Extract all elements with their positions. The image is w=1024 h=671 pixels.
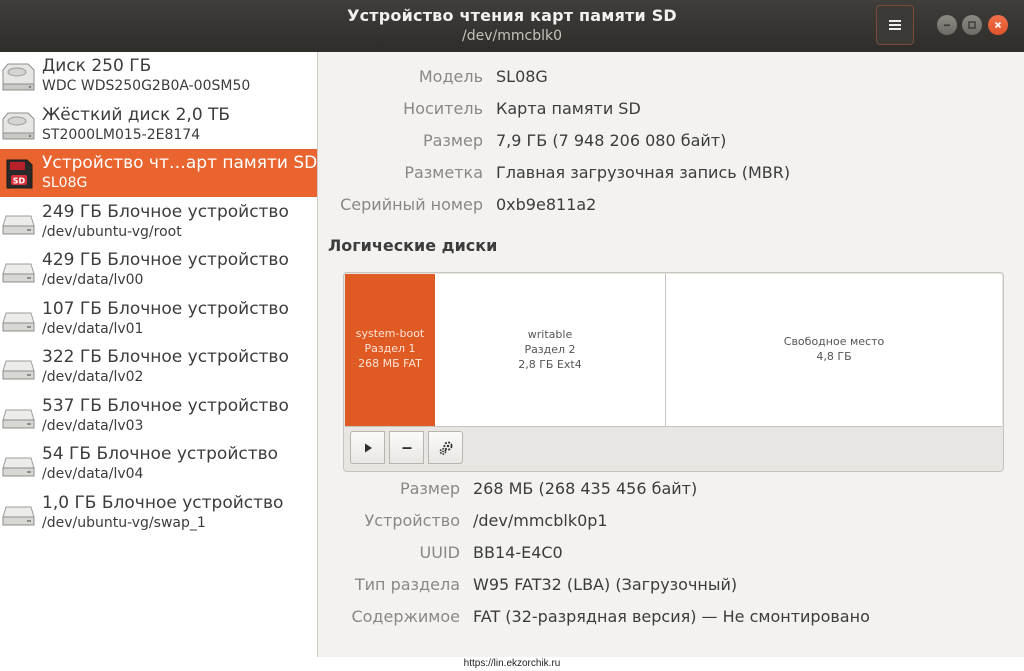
block-device-icon: [2, 506, 35, 525]
volumes-title: Логические диски: [328, 236, 498, 255]
volume-prop-value: W95 FAT32 (LBA) (Загрузочный): [473, 575, 738, 594]
window-subtitle: /dev/mmcblk0: [462, 28, 562, 44]
free-space[interactable]: Свободное место 4,8 ГБ: [666, 274, 1002, 426]
volume-prop-label: UUID: [419, 543, 460, 562]
partition-settings-button[interactable]: [428, 431, 463, 464]
drive-prop-value: Главная загрузочная запись (MBR): [496, 163, 791, 182]
volume-prop-label: Размер: [399, 479, 460, 498]
minimize-button[interactable]: [937, 15, 957, 35]
device-subtitle: ST2000LM015-2E8174: [42, 126, 201, 143]
partition-1[interactable]: system-boot Раздел 1 268 МБ FAT: [345, 274, 435, 426]
device-name: 54 ГБ Блочное устройство: [42, 444, 279, 464]
free-space-label: Свободное место: [783, 335, 885, 348]
device-name: 429 ГБ Блочное устройство: [42, 250, 289, 270]
play-icon: [364, 443, 372, 452]
partition-bar: system-boot Раздел 1 268 МБ FAT writable…: [345, 274, 1002, 427]
device-item[interactable]: Диск 250 ГБ WDC WDS250G2B0A-00SM50: [0, 52, 317, 100]
drive-prop-value: SL08G: [496, 67, 548, 86]
device-item[interactable]: 54 ГБ Блочное устройство/dev/data/lv04: [0, 440, 317, 488]
sd-card-icon: SD: [6, 159, 33, 189]
close-icon: [994, 21, 1002, 29]
device-name: 537 ГБ Блочное устройство: [42, 395, 289, 416]
title-bar: Устройство чтения карт памяти SD /dev/mm…: [0, 0, 1024, 52]
drive-prop-label: Разметка: [404, 163, 483, 182]
device-name: Жёсткий диск 2,0 ТБ: [42, 104, 231, 125]
volume-prop-value: FAT (32-разрядная версия) — Не смонтиров…: [473, 607, 870, 626]
drive-prop-label: Серийный номер: [340, 195, 483, 214]
block-device-icon: [2, 215, 35, 234]
menu-button[interactable]: [876, 5, 914, 45]
drive-prop-label: Размер: [422, 131, 483, 150]
window-title: Устройство чтения карт памяти SD: [347, 6, 677, 25]
drive-prop-value: Карта памяти SD: [496, 99, 641, 118]
hamburger-menu-icon: [889, 20, 901, 30]
drive-prop-value: 7,9 ГБ (7 948 206 080 байт): [496, 131, 727, 150]
partition-2[interactable]: writable Раздел 2 2,8 ГБ Ext4: [435, 274, 666, 426]
device-subtitle: /dev/data/lv03: [42, 417, 144, 434]
svg-text:SD: SD: [13, 177, 26, 186]
volume-map: system-boot Раздел 1 268 МБ FAT writable…: [343, 272, 1004, 472]
volume-prop-label: Содержимое: [351, 607, 460, 626]
device-subtitle: /dev/ubuntu-vg/swap_1: [42, 514, 206, 531]
block-device-icon: [2, 457, 35, 477]
block-device-icon: [2, 360, 35, 380]
drive-prop-label: Носитель: [403, 99, 483, 118]
device-name: Устройство чт…арт памяти SD: [42, 153, 318, 173]
disk-icon: [2, 112, 35, 139]
device-item[interactable]: 537 ГБ Блочное устройство/dev/data/lv03: [0, 392, 317, 440]
device-subtitle: /dev/data/lv02: [42, 369, 144, 385]
maximize-button[interactable]: [962, 15, 982, 35]
drive-prop-label: Модель: [418, 67, 483, 86]
device-name: 1,0 ГБ Блочное устройство: [42, 492, 284, 513]
device-subtitle: /dev/data/lv04: [42, 466, 144, 482]
device-item[interactable]: 249 ГБ Блочное устройство/dev/ubuntu-vg/…: [0, 198, 317, 246]
partition-1-name: system-boot: [355, 327, 425, 340]
device-subtitle: /dev/data/lv01: [42, 320, 144, 337]
minimize-icon: [944, 24, 950, 27]
volume-prop-value: 268 МБ (268 435 456 байт): [473, 479, 698, 498]
drive-details: Логические диски system-boot Раздел 1 26…: [318, 52, 1024, 657]
partition-2-number: Раздел 2: [524, 343, 576, 356]
block-device-icon: [2, 263, 35, 283]
partition-2-name: writable: [527, 328, 573, 341]
delete-partition-button[interactable]: [389, 431, 424, 464]
volume-prop-value: /dev/mmcblk0p1: [473, 511, 608, 530]
drive-prop-value: 0xb9e811a2: [496, 195, 597, 214]
free-space-size: 4,8 ГБ: [816, 350, 852, 363]
device-item[interactable]: 1,0 ГБ Блочное устройство/dev/ubuntu-vg/…: [0, 489, 317, 537]
minus-icon: [402, 446, 411, 449]
partition-2-size: 2,8 ГБ Ext4: [518, 358, 582, 371]
device-name: 107 ГБ Блочное устройство: [42, 298, 289, 319]
maximize-icon: [968, 21, 976, 29]
device-item[interactable]: 322 ГБ Блочное устройство/dev/data/lv02: [0, 343, 317, 391]
close-button[interactable]: [988, 15, 1008, 35]
device-item[interactable]: SD Устройство чт…арт памяти SD SL08G: [0, 149, 317, 197]
block-device-icon: [2, 409, 35, 428]
disk-icon: [2, 63, 35, 91]
partition-1-number: Раздел 1: [364, 342, 416, 355]
device-item[interactable]: Жёсткий диск 2,0 ТБ ST2000LM015-2E8174: [0, 101, 317, 149]
mount-button[interactable]: [350, 431, 385, 464]
device-name: 322 ГБ Блочное устройство: [42, 347, 289, 367]
device-subtitle: WDC WDS250G2B0A-00SM50: [42, 78, 251, 94]
device-subtitle: /dev/data/lv00: [42, 272, 144, 288]
volume-prop-label: Тип раздела: [354, 575, 460, 594]
volume-prop-value: BB14-E4C0: [473, 543, 563, 562]
device-subtitle: SL08G: [42, 175, 88, 191]
device-name: Диск 250 ГБ: [42, 56, 152, 76]
partition-1-size: 268 МБ FAT: [358, 357, 422, 370]
device-list: Диск 250 ГБ WDC WDS250G2B0A-00SM50 Жёсткий…: [0, 52, 318, 657]
device-subtitle: /dev/ubuntu-vg/root: [42, 223, 182, 240]
device-item[interactable]: 429 ГБ Блочное устройство/dev/data/lv00: [0, 246, 317, 294]
source-url: https://lin.ekzorchik.ru: [0, 657, 1024, 671]
device-item[interactable]: 107 ГБ Блочное устройство/dev/data/lv01: [0, 295, 317, 343]
device-name: 249 ГБ Блочное устройство: [42, 201, 289, 222]
block-device-icon: [2, 312, 35, 331]
volume-prop-label: Устройство: [364, 511, 460, 530]
gears-icon: [439, 441, 452, 455]
